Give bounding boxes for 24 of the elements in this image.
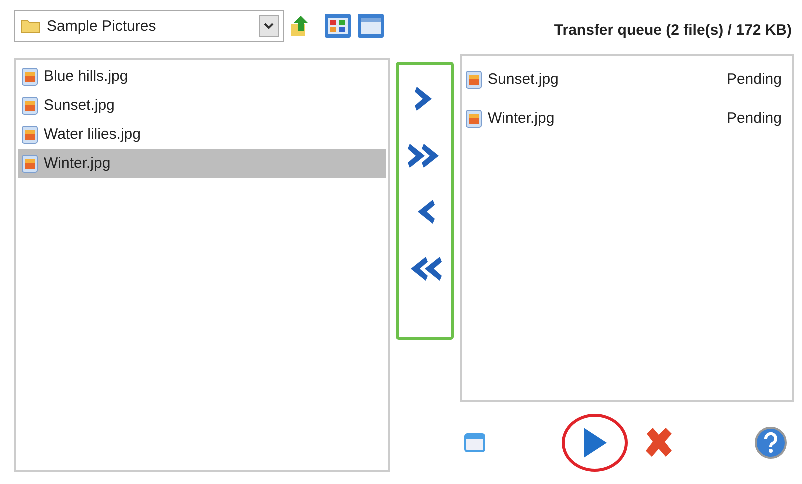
thumbnail-view-icon[interactable] — [324, 13, 352, 39]
play-icon[interactable] — [581, 426, 609, 460]
folder-icon — [21, 18, 41, 34]
caret-icon[interactable] — [259, 15, 279, 37]
queue-title: Transfer queue (2 file(s) / 172 KB) — [553, 21, 793, 41]
file-item[interactable]: Winter.jpg — [18, 149, 386, 178]
window-icon[interactable] — [464, 433, 486, 453]
list-view-icon[interactable] — [357, 13, 385, 39]
image-file-icon — [22, 126, 38, 144]
image-file-icon — [22, 154, 38, 172]
queue-file-name: Sunset.jpg — [488, 71, 559, 88]
help-icon[interactable] — [754, 426, 788, 460]
file-item[interactable]: Blue hills.jpg — [18, 62, 386, 91]
image-file-icon — [22, 68, 38, 86]
image-file-icon — [466, 110, 482, 128]
image-file-icon — [466, 70, 482, 88]
file-item[interactable]: Water lilies.jpg — [18, 120, 386, 149]
folder-up-icon[interactable] — [289, 14, 311, 38]
queue-status: Pending — [726, 110, 782, 127]
queue-status: Pending — [726, 71, 782, 88]
file-item[interactable]: Sunset.jpg — [18, 91, 386, 120]
queue-file-name: Winter.jpg — [488, 110, 555, 127]
image-file-icon — [22, 96, 38, 114]
folder-dropdown[interactable]: Sample Pictures — [14, 10, 284, 42]
